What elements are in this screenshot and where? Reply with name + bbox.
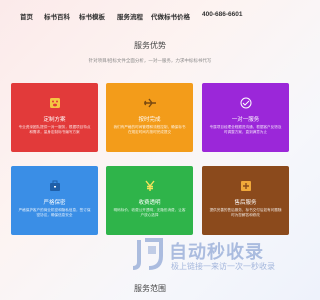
nav-item-wiki[interactable]: 标书百科 [44, 11, 70, 21]
nav-item-home[interactable]: 首页 [20, 11, 33, 21]
card-title: 严格保密 [43, 200, 66, 206]
nav-item-templates[interactable]: 标书模板 [79, 11, 105, 21]
watermark: 自动秒收录 极上链接一来访一次一秒收录 [131, 236, 291, 276]
nav-item-pricing[interactable]: 代做标书价格 [151, 11, 190, 21]
yen-icon [106, 180, 193, 192]
watermark-logo-icon [131, 236, 167, 272]
watermark-tagline: 极上链接一来访一次一秒收录 [171, 262, 275, 271]
section-title-scope: 服务范围 [134, 284, 166, 293]
card-transparent-pricing[interactable]: 收费透明 明码标价，收费公开透明，无隐形消费，让客户放心选择 [106, 166, 193, 235]
card-desc: 提供完善的售后服务，标书交付后如有问题随时为您解答和修改 [209, 208, 282, 218]
card-title: 按时完成 [138, 117, 161, 123]
card-title: 一对一服务 [231, 117, 260, 123]
card-custom-plan[interactable]: 定制方案 专业资深团队提供一对一服务，根据项目特点和需求，量身定制标书编写方案 [11, 83, 98, 152]
card-desc: 严格保护客户的商业机密和隐私信息，签订保密协议，确保信息安全 [18, 208, 91, 218]
airplane-icon [106, 97, 193, 109]
section-subtitle: 针对项目/招标文件全面分析，一对一服务，力求中标标书代写 [88, 58, 212, 63]
card-title: 定制方案 [43, 117, 66, 123]
card-confidential[interactable]: 严格保密 严格保护客户的商业机密和隐私信息，签订保密协议，确保信息安全 [11, 166, 98, 235]
card-title: 售后服务 [234, 200, 257, 206]
briefcase-icon [11, 180, 98, 192]
nav-phone: 400-686-6601 [202, 11, 243, 18]
card-one-on-one[interactable]: 一对一服务 专属项目经理全程跟进沟通，根据客户反馈及时调整方案，直到满意为止 [202, 83, 289, 152]
top-nav: 首页 标书百科 标书模板 服务流程 代做标书价格 400-686-6601 [0, 0, 300, 30]
card-on-time[interactable]: 按时完成 我们有严格的时间管理和流程控制，确保标书在规定时间内按时完成提交 [106, 83, 193, 152]
card-desc: 我们有严格的时间管理和流程控制，确保标书在规定时间内按时完成提交 [113, 125, 186, 135]
paw-icon [11, 97, 98, 109]
card-title: 收费透明 [138, 200, 161, 206]
card-desc: 专业资深团队提供一对一服务，根据项目特点和需求，量身定制标书编写方案 [18, 125, 91, 135]
nav-item-process[interactable]: 服务流程 [117, 11, 143, 21]
card-desc: 明码标价，收费公开透明，无隐形消费，让客户放心选择 [113, 208, 186, 218]
card-desc: 专属项目经理全程跟进沟通，根据客户反馈及时调整方案，直到满意为止 [209, 125, 282, 135]
card-after-sales[interactable]: 售后服务 提供完善的售后服务，标书交付后如有问题随时为您解答和修改 [202, 166, 289, 235]
section-title-advantages: 服务优势 [134, 41, 166, 50]
handshake-icon [202, 97, 289, 109]
plus-box-icon [202, 180, 289, 192]
